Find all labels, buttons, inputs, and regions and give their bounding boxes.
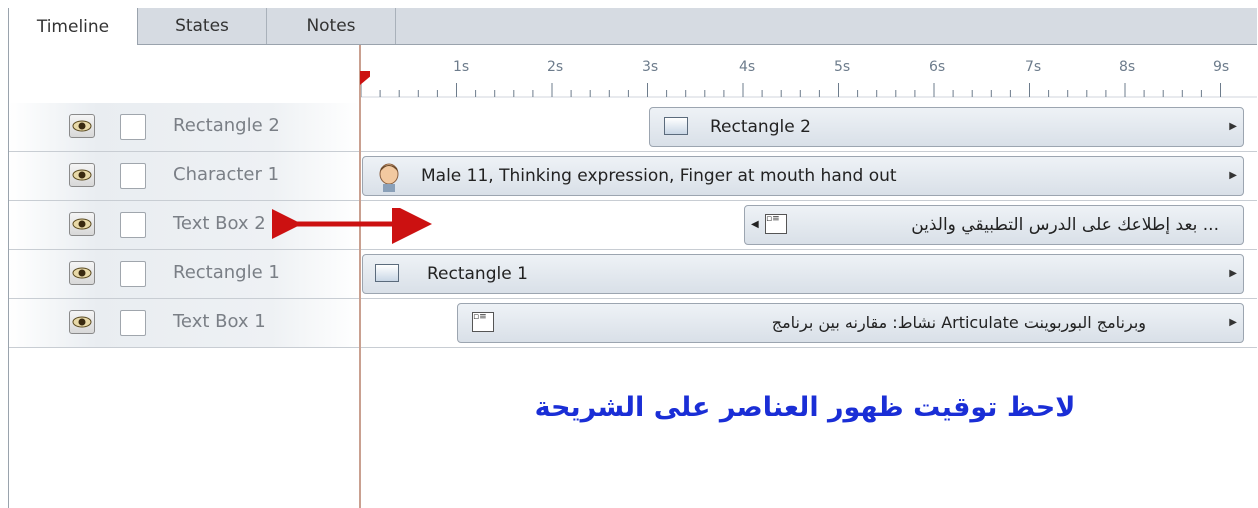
timeline-bar[interactable]: وبرنامج البوربوينت Articulate نشاط: مقار… bbox=[457, 303, 1244, 343]
eye-icon[interactable] bbox=[69, 212, 95, 236]
tick-label-8s: 8s bbox=[1119, 59, 1136, 75]
bar-label: Male 11, Thinking expression, Finger at … bbox=[421, 166, 897, 186]
lock-checkbox[interactable] bbox=[120, 212, 146, 238]
bar-label: Rectangle 1 bbox=[427, 264, 528, 284]
timeline-area: 1s 2s 3s 4s 5s 6s 7s 8s 9s Rectangle 2 ▶… bbox=[359, 45, 1257, 508]
expand-arrow-icon[interactable]: ▶ bbox=[1229, 170, 1237, 181]
expand-arrow-icon[interactable]: ▶ bbox=[1229, 317, 1237, 328]
expand-arrow-icon[interactable]: ◀ bbox=[751, 219, 759, 230]
layer-row-text-box-1[interactable]: Text Box 1 bbox=[9, 299, 359, 348]
layer-row-rectangle-2[interactable]: Rectangle 2 bbox=[9, 103, 359, 152]
tick-label-1s: 1s bbox=[453, 59, 470, 75]
tab-states[interactable]: States bbox=[138, 8, 267, 44]
timeline-row-text-box-2: ▫≡ ... بعد إطلاعك على الدرس التطبيقي وال… bbox=[359, 201, 1257, 250]
tick-label-2s: 2s bbox=[547, 59, 564, 75]
tab-timeline[interactable]: Timeline bbox=[9, 8, 138, 45]
tick-label-9s: 9s bbox=[1213, 59, 1230, 75]
layer-name: Character 1 bbox=[173, 164, 280, 185]
tick-label-3s: 3s bbox=[642, 59, 659, 75]
bar-label: ... بعد إطلاعك على الدرس التطبيقي والذين bbox=[911, 215, 1219, 235]
playhead-line[interactable] bbox=[359, 45, 361, 508]
character-avatar-icon bbox=[375, 162, 403, 195]
timeline-row-text-box-1: وبرنامج البوربوينت Articulate نشاط: مقار… bbox=[359, 299, 1257, 348]
tick-label-6s: 6s bbox=[929, 59, 946, 75]
bar-label: وبرنامج البوربوينت Articulate نشاط: مقار… bbox=[771, 313, 1146, 332]
timeline-bar[interactable]: Male 11, Thinking expression, Finger at … bbox=[362, 156, 1244, 196]
tick-label-7s: 7s bbox=[1025, 59, 1042, 75]
timeline-row-rectangle-2: Rectangle 2 ▶ bbox=[359, 103, 1257, 152]
tab-notes[interactable]: Notes bbox=[267, 8, 396, 44]
tick-label-4s: 4s bbox=[739, 59, 756, 75]
lock-checkbox[interactable] bbox=[120, 114, 146, 140]
rectangle-shape-icon bbox=[664, 117, 688, 135]
layer-name: Text Box 2 bbox=[173, 213, 266, 234]
expand-arrow-icon[interactable]: ▶ bbox=[1229, 121, 1237, 132]
timeline-panel: Timeline States Notes Rectangle 2 Charac… bbox=[8, 8, 1257, 508]
bar-label: Rectangle 2 bbox=[710, 117, 811, 137]
lock-checkbox[interactable] bbox=[120, 163, 146, 189]
timeline-row-rectangle-1: Rectangle 1 ▶ bbox=[359, 250, 1257, 299]
layer-row-rectangle-1[interactable]: Rectangle 1 bbox=[9, 250, 359, 299]
eye-icon[interactable] bbox=[69, 163, 95, 187]
annotation-arrow bbox=[272, 208, 432, 244]
annotation-caption: لاحظ توقيت ظهور العناصر على الشريحة bbox=[534, 392, 1076, 423]
eye-icon[interactable] bbox=[69, 261, 95, 285]
lock-checkbox[interactable] bbox=[120, 261, 146, 287]
lock-checkbox[interactable] bbox=[120, 310, 146, 336]
layer-row-character-1[interactable]: Character 1 bbox=[9, 152, 359, 201]
tab-strip: Timeline States Notes bbox=[9, 8, 1257, 45]
time-ruler[interactable]: 1s 2s 3s 4s 5s 6s 7s 8s 9s bbox=[359, 45, 1257, 104]
layer-name: Rectangle 2 bbox=[173, 115, 280, 136]
timeline-bar[interactable]: Rectangle 2 ▶ bbox=[649, 107, 1244, 147]
layer-list-header bbox=[9, 45, 359, 104]
expand-arrow-icon[interactable]: ▶ bbox=[1229, 268, 1237, 279]
timeline-bar[interactable]: Rectangle 1 ▶ bbox=[362, 254, 1244, 294]
eye-icon[interactable] bbox=[69, 114, 95, 138]
text-box-icon: ▫≡ bbox=[472, 312, 494, 332]
timeline-row-character-1: Male 11, Thinking expression, Finger at … bbox=[359, 152, 1257, 201]
tick-label-5s: 5s bbox=[834, 59, 851, 75]
timeline-bar[interactable]: ▫≡ ... بعد إطلاعك على الدرس التطبيقي وال… bbox=[744, 205, 1244, 245]
layer-list: Rectangle 2 Character 1 Text Box 2 Recta… bbox=[9, 45, 359, 508]
rectangle-shape-icon bbox=[375, 264, 399, 282]
eye-icon[interactable] bbox=[69, 310, 95, 334]
layer-name: Rectangle 1 bbox=[173, 262, 280, 283]
text-box-icon: ▫≡ bbox=[765, 214, 787, 234]
layer-name: Text Box 1 bbox=[173, 311, 266, 332]
